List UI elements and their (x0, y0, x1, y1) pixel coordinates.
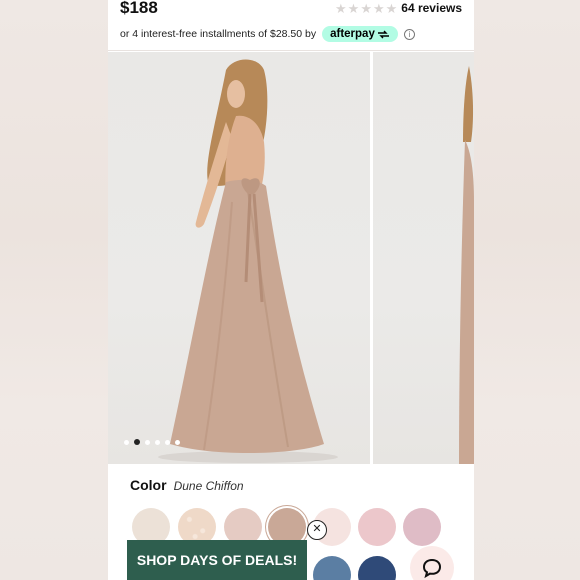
divider (108, 50, 474, 51)
afterpay-logo: afterpay (330, 28, 375, 40)
price-row: $188 ★ ★ ★ ★ ★ 64 reviews (120, 0, 462, 20)
blurred-background-left (0, 0, 110, 580)
product-image-carousel[interactable] (108, 52, 474, 464)
star-icon: ★ (335, 0, 347, 16)
color-swatch-swatch-9[interactable] (358, 556, 396, 580)
color-selector-header: Color Dune Chiffon (130, 477, 244, 493)
dress-back-view-photo (158, 59, 338, 463)
color-swatch-swatch-6[interactable] (358, 508, 396, 546)
afterpay-arrows-icon (377, 30, 389, 38)
star-icon: ★ (347, 0, 360, 16)
product-photo-main[interactable] (108, 52, 370, 464)
rating-summary[interactable]: ★ ★ ★ ★ ★ 64 reviews (335, 1, 462, 15)
afterpay-row: or 4 interest-free installments of $28.5… (120, 24, 415, 44)
product-page: $188 ★ ★ ★ ★ ★ 64 reviews or 4 interest-… (108, 0, 474, 580)
reviews-link[interactable]: 64 reviews (401, 1, 462, 15)
close-icon[interactable]: ✕ (307, 520, 327, 540)
carousel-dot[interactable] (155, 439, 160, 445)
star-icon: ★ (360, 0, 372, 16)
chat-bubble-icon (422, 558, 442, 579)
star-icon: ★ (372, 0, 385, 16)
afterpay-text: or 4 interest-free installments of $28.5… (120, 28, 317, 40)
dress-side-view-photo (459, 66, 474, 464)
product-price: $188 (120, 0, 158, 17)
color-swatch-swatch-8[interactable] (313, 556, 351, 580)
shop-deals-banner[interactable]: SHOP DAYS OF DEALS! (127, 540, 307, 580)
selected-color-name: Dune Chiffon (173, 479, 244, 493)
product-photo-next[interactable] (373, 52, 474, 464)
carousel-dot[interactable] (124, 439, 129, 445)
afterpay-badge[interactable]: afterpay (322, 26, 398, 42)
carousel-dots[interactable] (124, 439, 180, 445)
carousel-dot[interactable] (165, 439, 170, 445)
color-label: Color (130, 477, 167, 493)
carousel-dot[interactable] (145, 439, 150, 445)
star-half-icon: ★ (385, 0, 398, 16)
carousel-dot-active[interactable] (134, 439, 140, 445)
blurred-background-right (474, 0, 580, 580)
carousel-dot[interactable] (175, 439, 180, 445)
star-rating: ★ ★ ★ ★ ★ (335, 2, 397, 15)
chat-button[interactable] (410, 546, 454, 580)
info-icon[interactable]: i (403, 28, 415, 40)
color-swatch-swatch-7[interactable] (403, 508, 441, 546)
deals-banner-text: SHOP DAYS OF DEALS! (136, 552, 298, 568)
